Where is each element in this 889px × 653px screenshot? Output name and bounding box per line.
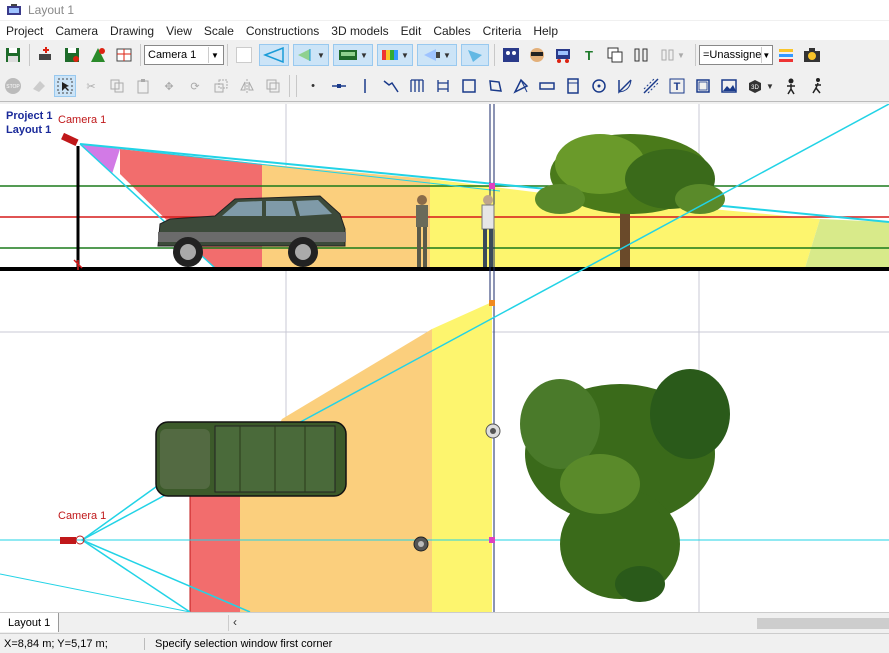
menu-constructions[interactable]: Constructions <box>240 24 325 38</box>
cut-icon[interactable]: ✂ <box>80 75 102 97</box>
camera-select-value: Camera 1 <box>148 49 197 61</box>
menu-edit[interactable]: Edit <box>395 24 428 38</box>
stop-icon[interactable]: STOP <box>2 75 24 97</box>
menu-bar: Project Camera Drawing View Scale Constr… <box>0 21 889 41</box>
mirror-icon[interactable] <box>236 75 258 97</box>
rotated-rect-icon[interactable] <box>484 75 506 97</box>
diamond-tool-icon[interactable] <box>510 75 532 97</box>
array-icon[interactable] <box>262 75 284 97</box>
chevron-left-icon[interactable]: ‹ <box>233 615 237 629</box>
camera-top-label: Camera 1 <box>58 510 107 522</box>
status-bar: X=8,84 m; Y=5,17 m; Specify selection wi… <box>0 633 889 653</box>
unassigned-select-value: =Unassigne <box>703 49 762 61</box>
project-label: Project 1 <box>6 110 53 122</box>
menu-3d-models[interactable]: 3D models <box>325 24 394 38</box>
svg-text:3D: 3D <box>751 85 759 91</box>
chevron-down-icon: ▼ <box>208 47 221 63</box>
lens-cone-icon[interactable]: ▼ <box>293 44 329 66</box>
camera-select[interactable]: Camera 1 ▼ <box>144 45 224 65</box>
vehicle-icon[interactable] <box>552 44 574 66</box>
menu-criteria[interactable]: Criteria <box>477 24 528 38</box>
person-top-left <box>413 536 429 552</box>
arrange-icon[interactable]: ▼ <box>656 44 690 66</box>
polyline-tool-icon[interactable] <box>380 75 402 97</box>
svg-text:STOP: STOP <box>6 84 20 90</box>
eraser-icon[interactable] <box>28 75 50 97</box>
title-bar: Layout 1 <box>0 0 889 20</box>
blind-zone-icon[interactable] <box>461 44 489 66</box>
copy-views-icon[interactable] <box>604 44 626 66</box>
copy-icon[interactable] <box>106 75 128 97</box>
scrollbar-thumb[interactable] <box>757 618 889 629</box>
unassigned-select[interactable]: =Unassigne ▼ <box>699 45 773 65</box>
window-title: Layout 1 <box>28 3 75 17</box>
menu-view[interactable]: View <box>160 24 198 38</box>
line-tool-icon[interactable] <box>328 75 350 97</box>
paste-icon[interactable] <box>132 75 154 97</box>
layers-icon[interactable] <box>775 44 797 66</box>
color-swatch-icon[interactable] <box>233 44 255 66</box>
layout-icon[interactable] <box>113 44 135 66</box>
person-top-right <box>485 423 501 439</box>
layout-label: Layout 1 <box>6 124 52 136</box>
drawing-toolbar: STOP ✂ ✥ ⟳ • T 3D ▼ <box>0 71 889 102</box>
svg-text:T: T <box>674 81 681 93</box>
chevron-down-icon: ▼ <box>761 47 770 63</box>
menu-cables[interactable]: Cables <box>427 24 476 38</box>
arc-tool-icon[interactable] <box>614 75 636 97</box>
tab-layout-1[interactable]: Layout 1 <box>0 613 60 632</box>
fence-tool-icon[interactable] <box>432 75 454 97</box>
walking-person-icon[interactable] <box>806 75 828 97</box>
main-toolbar: Camera 1 ▼ ▼ ▼ ▼ ▼ T ▼ =Unassigne ▼ <box>0 40 889 70</box>
project-info: Project 1 Layout 1 <box>6 109 52 137</box>
target-marker-mid <box>489 300 495 306</box>
frame-tool-icon[interactable] <box>692 75 714 97</box>
hatch-tool-icon[interactable] <box>640 75 662 97</box>
door-tool-icon[interactable] <box>562 75 584 97</box>
status-message: Specify selection window first corner <box>155 637 333 650</box>
wide-rect-icon[interactable] <box>536 75 558 97</box>
monitor-zone-icon[interactable]: ▼ <box>333 44 373 66</box>
drawing-canvas[interactable]: Project 1 Layout 1 Camera 1 Camera 1 <box>0 104 889 612</box>
people-icon[interactable] <box>500 44 522 66</box>
color-zones-icon[interactable]: ▼ <box>377 44 413 66</box>
target-marker-top <box>489 183 495 189</box>
vertical-line-icon[interactable] <box>354 75 376 97</box>
app-icon <box>7 4 21 15</box>
scale-icon[interactable] <box>210 75 232 97</box>
text-tool-2-icon[interactable]: T <box>666 75 688 97</box>
columns-icon[interactable] <box>630 44 652 66</box>
image-tool-icon[interactable] <box>718 75 740 97</box>
menu-camera[interactable]: Camera <box>49 24 104 38</box>
cursor-coordinates: X=8,84 m; Y=5,17 m; <box>0 637 145 650</box>
menu-help[interactable]: Help <box>527 24 564 38</box>
person-tool-icon[interactable] <box>780 75 802 97</box>
3d-model-icon[interactable]: 3D ▼ <box>744 75 776 97</box>
camera-side-label: Camera 1 <box>58 114 107 126</box>
menu-project[interactable]: Project <box>0 24 49 38</box>
circle-tool-icon[interactable] <box>588 75 610 97</box>
view-frustum-icon[interactable] <box>259 44 289 66</box>
face-icon[interactable] <box>526 44 548 66</box>
select-pointer-icon[interactable] <box>54 75 76 97</box>
add-camera-icon[interactable] <box>35 44 57 66</box>
save-camera-icon[interactable] <box>61 44 83 66</box>
point-tool-icon[interactable]: • <box>302 75 324 97</box>
target-marker-bottom <box>489 537 495 543</box>
rotate-icon[interactable]: ⟳ <box>184 75 206 97</box>
camera-direction-icon[interactable]: ▼ <box>417 44 457 66</box>
menu-drawing[interactable]: Drawing <box>104 24 160 38</box>
rectangle-tool-icon[interactable] <box>458 75 480 97</box>
scene-icon[interactable] <box>87 44 109 66</box>
text-tool-icon[interactable]: T <box>578 44 600 66</box>
horizontal-scrollbar[interactable]: ‹ <box>228 615 889 631</box>
layout-drawing[interactable] <box>0 104 889 612</box>
tab-bar: Layout 1 ‹ <box>0 612 889 633</box>
camera-snapshot-icon[interactable] <box>801 44 823 66</box>
save-icon[interactable] <box>2 44 24 66</box>
car-top-view <box>155 421 347 497</box>
move-icon[interactable]: ✥ <box>158 75 180 97</box>
menu-scale[interactable]: Scale <box>198 24 240 38</box>
wall-tool-icon[interactable] <box>406 75 428 97</box>
